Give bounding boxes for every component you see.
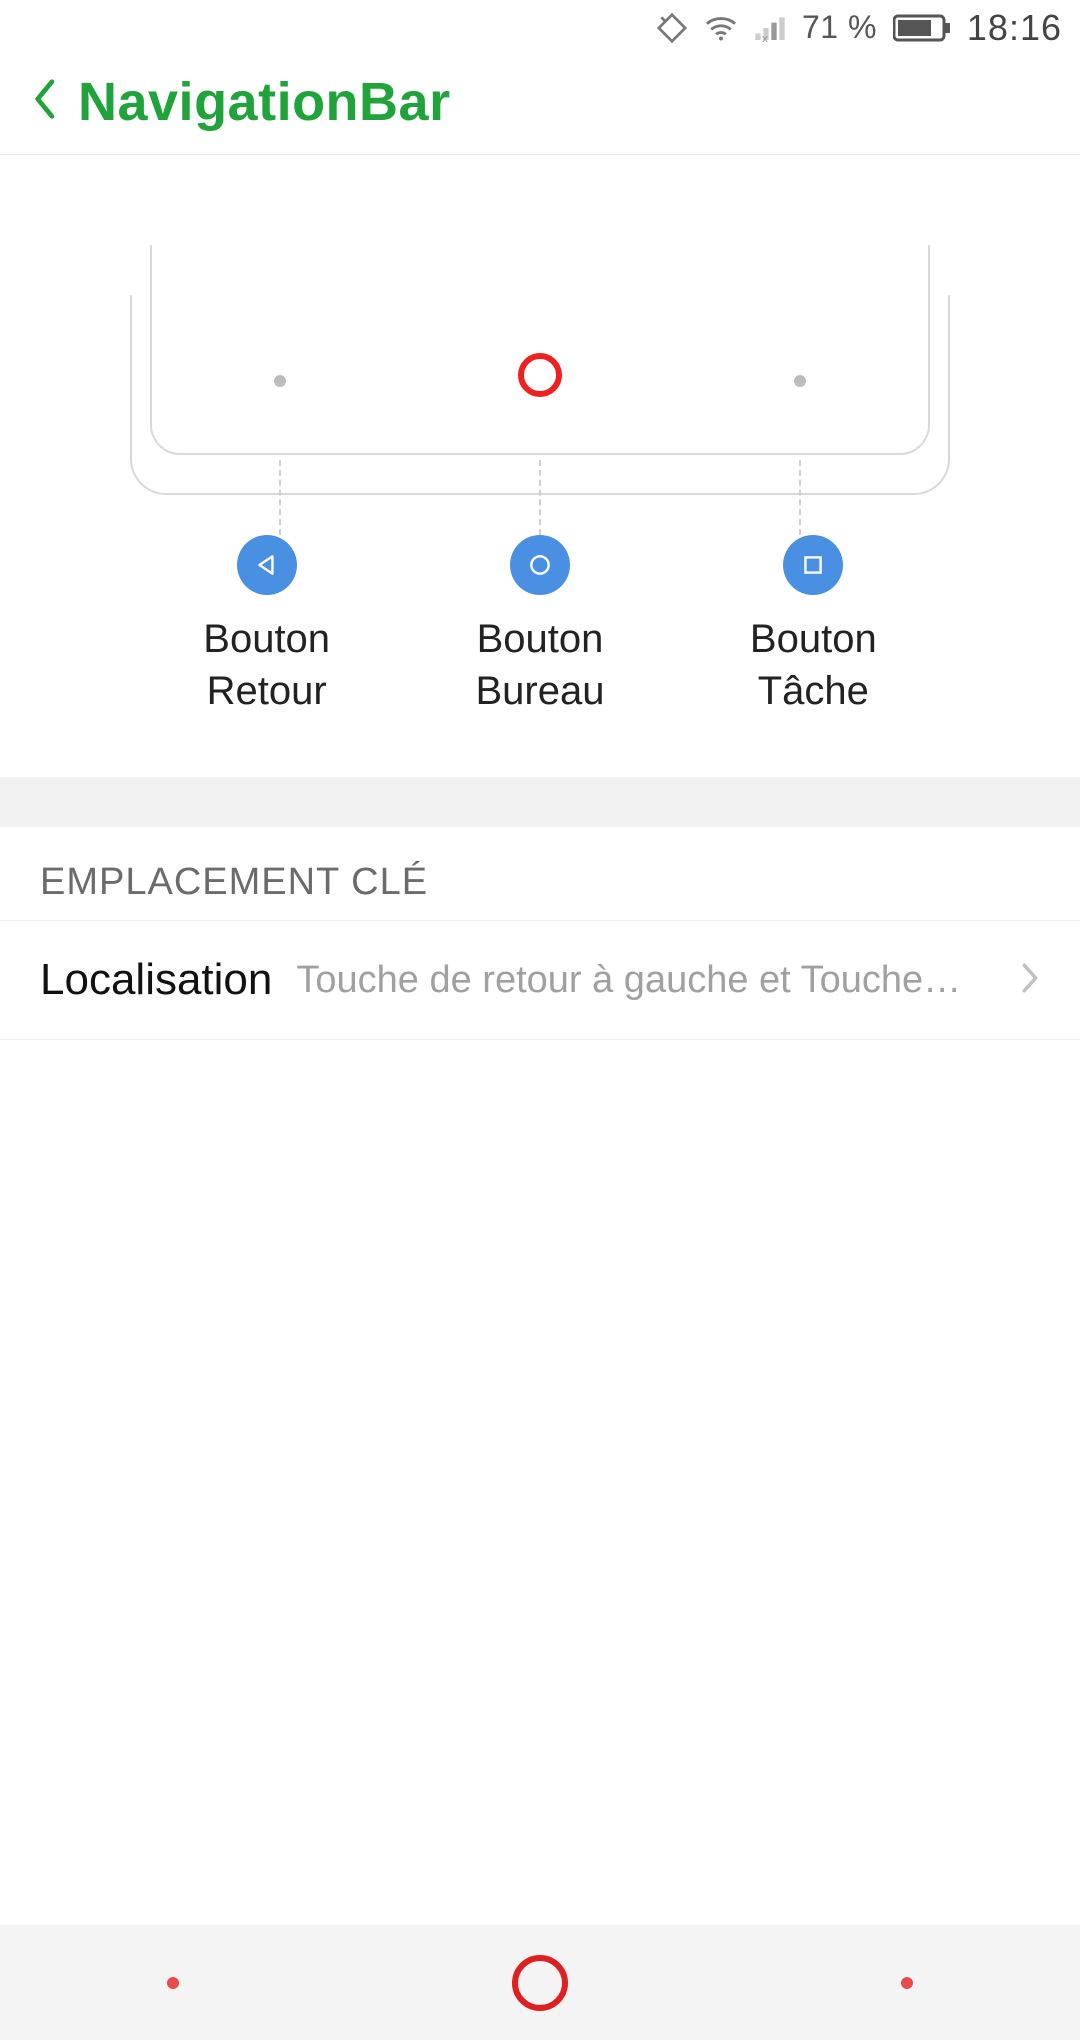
phone-outline-inner: [150, 245, 930, 455]
dash-line: [279, 460, 281, 535]
dash-line: [799, 460, 801, 535]
battery-percent: 71 %: [802, 9, 877, 46]
preview-button-back: Bouton Retour: [167, 535, 367, 717]
svg-text:x: x: [762, 31, 768, 41]
row-label: Localisation: [40, 955, 272, 1005]
page-title: NavigationBar: [78, 71, 451, 133]
section-header-label: EMPLACEMENT CLÉ: [40, 861, 428, 903]
button-label: Bureau: [440, 665, 640, 717]
button-label: Bouton: [713, 613, 913, 665]
preview-dot: [794, 375, 806, 387]
nav-recents-dot[interactable]: [901, 1977, 913, 1989]
preview-button-recents: Bouton Tâche: [713, 535, 913, 717]
back-icon[interactable]: [30, 77, 58, 126]
title-bar: NavigationBar: [0, 55, 1080, 155]
button-label: Bouton: [440, 613, 640, 665]
button-label: Bouton: [167, 613, 367, 665]
section-gap: [0, 777, 1080, 827]
rotate-lock-icon: [656, 12, 688, 44]
localisation-row[interactable]: Localisation Touche de retour à gauche e…: [0, 921, 1080, 1040]
row-value: Touche de retour à gauche et Touche…: [296, 959, 996, 1002]
status-clock: 18:16: [967, 7, 1062, 49]
nav-back-dot[interactable]: [167, 1977, 179, 1989]
battery-icon: [893, 13, 951, 43]
signal-icon: x: [754, 14, 786, 42]
chevron-right-icon: [1020, 961, 1040, 1000]
recents-square-icon: [783, 535, 843, 595]
preview-button-home: Bouton Bureau: [440, 535, 640, 717]
system-navbar: [0, 1925, 1080, 2040]
wifi-icon: [704, 14, 738, 42]
home-circle-icon: [510, 535, 570, 595]
back-triangle-icon: [237, 535, 297, 595]
preview-dot: [274, 375, 286, 387]
status-bar: x 71 % 18:16: [0, 0, 1080, 55]
navbar-preview: Bouton Retour Bouton Bureau: [0, 155, 1080, 777]
preview-home-ring: [518, 353, 562, 397]
button-label: Tâche: [713, 665, 913, 717]
nav-home-ring[interactable]: [512, 1955, 568, 2011]
dash-line: [539, 460, 541, 535]
button-label: Retour: [167, 665, 367, 717]
section-header-key-location: EMPLACEMENT CLÉ: [0, 827, 1080, 921]
